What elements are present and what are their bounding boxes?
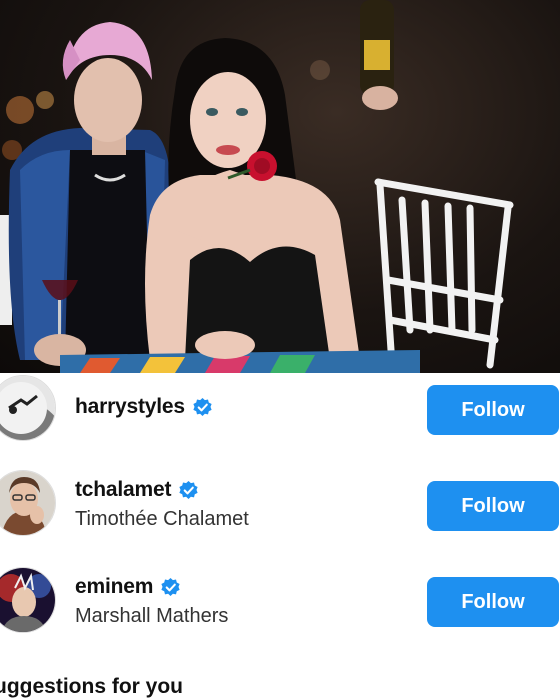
username-text: eminem [75,575,154,598]
follow-button[interactable]: Follow [427,385,559,435]
follow-suggestions-list: harrystyles Follow tchalamet Timothée Ch… [0,373,560,700]
full-name: Marshall Mathers [75,605,229,627]
section-heading: uggestions for you [0,675,183,698]
suggestion-row: tchalamet Timothée Chalamet Follow [0,470,560,560]
avatar-image [0,376,55,440]
username[interactable]: harrystyles [75,395,212,419]
username-text: tchalamet [75,478,172,501]
full-name: Timothée Chalamet [75,508,249,530]
profile-photo-eminem[interactable] [0,567,56,633]
username[interactable]: eminem [75,575,180,599]
profile-photo-tchalamet[interactable] [0,470,56,536]
post-photo [0,0,560,373]
suggestion-row: harrystyles Follow [0,373,560,463]
verified-badge-icon [193,397,212,417]
follow-button[interactable]: Follow [427,481,559,531]
avatar-image [0,471,55,535]
verified-badge-icon [161,577,180,597]
avatar-image [0,568,55,632]
username[interactable]: tchalamet [75,478,198,502]
profile-photo-harrystyles[interactable] [0,375,56,441]
suggestion-row: eminem Marshall Mathers Follow [0,567,560,657]
party-photo-illustration [0,0,514,373]
follow-button[interactable]: Follow [427,577,559,627]
verified-badge-icon [179,480,198,500]
username-text: harrystyles [75,395,185,418]
